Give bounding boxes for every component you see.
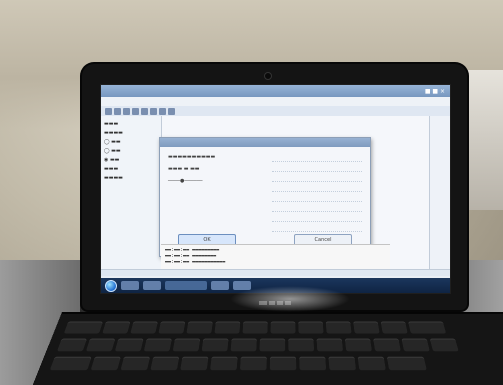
keyboard-key: [150, 356, 180, 371]
keyboard-key: [85, 338, 116, 352]
panel-line: ▬▬▬▬: [104, 130, 123, 136]
keyboard-key: [269, 356, 297, 371]
panel-line: ▬▬▬: [104, 121, 119, 127]
keyboard-key: [299, 356, 327, 371]
keyboard-row: [49, 356, 427, 371]
toolbar-icon[interactable]: [168, 107, 175, 115]
keyboard-key: [210, 356, 238, 371]
taskbar-app-icon[interactable]: [165, 281, 207, 290]
toolbar-icon[interactable]: [123, 107, 130, 115]
keyboard-key: [114, 338, 144, 352]
dialog-line: [272, 182, 362, 192]
windows-start-icon[interactable]: [105, 279, 117, 292]
console-line: ▬▬:▬▬:▬▬ ▬▬▬▬▬▬▬▬▬▬▬: [165, 259, 226, 265]
keyboard-key: [186, 321, 213, 334]
menu-bar: [101, 97, 450, 106]
keyboard-key: [230, 338, 257, 352]
panel-line: ▬▬▬▬: [104, 175, 123, 181]
taskbar-app-icon[interactable]: [211, 281, 229, 290]
keyboard-key: [90, 356, 121, 371]
keyboard-key: [270, 321, 296, 334]
dialog-line: [272, 192, 362, 202]
toolbar-icon[interactable]: [114, 107, 121, 115]
keyboard-key: [201, 338, 229, 352]
keyboard-key: [180, 356, 209, 371]
dialog-line: [272, 222, 362, 232]
keyboard-key: [259, 338, 286, 352]
keyboard-key: [401, 338, 430, 352]
keyboard-key: [242, 321, 268, 334]
laptop-lid: ■ ■ × ▬▬▬ ▬▬▬▬ ◯ ▬▬ ◯ ▬▬ ◉ ▬▬ ▬▬▬ ▬▬▬▬ ▬…: [82, 64, 467, 310]
keyboard-key: [298, 321, 324, 334]
keyboard-key: [288, 338, 315, 352]
keyboard-key: [49, 356, 92, 371]
dialog-right-column: [272, 152, 362, 232]
toolbar-icon[interactable]: [150, 107, 157, 115]
dialog-line: [272, 152, 362, 162]
taskbar-app-icon[interactable]: [121, 281, 139, 290]
webcam-icon: [264, 72, 272, 80]
keyboard-key: [158, 321, 186, 334]
dialog-line: [272, 172, 362, 182]
dialog-line: [272, 162, 362, 172]
keyboard-row: [63, 321, 447, 334]
keyboard-key: [214, 321, 241, 334]
dialog-row: ────●──────: [168, 178, 203, 184]
application-content: ▬▬▬ ▬▬▬▬ ◯ ▬▬ ◯ ▬▬ ◉ ▬▬ ▬▬▬ ▬▬▬▬ ▬▬▬▬▬▬▬…: [101, 116, 450, 274]
toolbar-icon[interactable]: [141, 107, 148, 115]
dialog-title: [160, 138, 370, 147]
panel-line: ◯ ▬▬: [104, 148, 121, 154]
dialog-line: [272, 202, 362, 212]
photo-scene: ■ ■ × ▬▬▬ ▬▬▬▬ ◯ ▬▬ ◯ ▬▬ ◉ ▬▬ ▬▬▬ ▬▬▬▬ ▬…: [0, 0, 503, 385]
dialog-row: ▬▬▬▬▬▬▬▬▬▬: [168, 154, 216, 160]
laptop-screen: ■ ■ × ▬▬▬ ▬▬▬▬ ◯ ▬▬ ◯ ▬▬ ◉ ▬▬ ▬▬▬ ▬▬▬▬ ▬…: [100, 84, 451, 294]
keyboard-key: [102, 321, 131, 334]
keyboard-key: [429, 338, 459, 352]
modal-dialog: ▬▬▬▬▬▬▬▬▬▬ ▬▬▬ ▬ ▬▬ ────●────── OK Cance…: [159, 137, 371, 257]
dialog-line: [272, 212, 362, 222]
keyboard-key: [325, 321, 352, 334]
keyboard-key: [63, 321, 103, 334]
left-panel: ▬▬▬ ▬▬▬▬ ◯ ▬▬ ◯ ▬▬ ◉ ▬▬ ▬▬▬ ▬▬▬▬: [101, 116, 162, 274]
keyboard-key: [239, 356, 267, 371]
panel-line: ◯ ▬▬: [104, 139, 121, 145]
status-strip: [101, 269, 450, 276]
keyboard-key: [130, 321, 158, 334]
toolbar-icon[interactable]: [132, 107, 139, 115]
keyboard-key: [344, 338, 372, 352]
toolbar-icon[interactable]: [159, 107, 166, 115]
keyboard-key: [408, 321, 447, 334]
keyboard-row: [56, 338, 459, 352]
keyboard-key: [380, 321, 408, 334]
side-object: [461, 70, 503, 210]
taskbar-app-icon[interactable]: [143, 281, 161, 290]
panel-line: ◉ ▬▬: [104, 157, 120, 163]
keyboard-key: [357, 356, 386, 371]
window-titlebar: ■ ■ ×: [101, 85, 450, 97]
keyboard-key: [143, 338, 172, 352]
dialog-row: ▬▬▬ ▬ ▬▬: [168, 166, 200, 172]
right-panel: [429, 116, 450, 274]
keyboard-key: [386, 356, 427, 371]
keyboard-key: [328, 356, 357, 371]
panel-line: ▬▬▬: [104, 166, 119, 172]
keyboard-key: [56, 338, 87, 352]
keyboard-key: [373, 338, 401, 352]
keyboard-key: [120, 356, 151, 371]
keyboard-key: [353, 321, 380, 334]
keyboard: [29, 312, 503, 385]
toolbar-icon[interactable]: [105, 107, 112, 115]
keyboard-key: [316, 338, 344, 352]
keyboard-key: [172, 338, 201, 352]
light-glare: [230, 286, 350, 312]
window-controls: ■ ■ ×: [424, 87, 445, 95]
